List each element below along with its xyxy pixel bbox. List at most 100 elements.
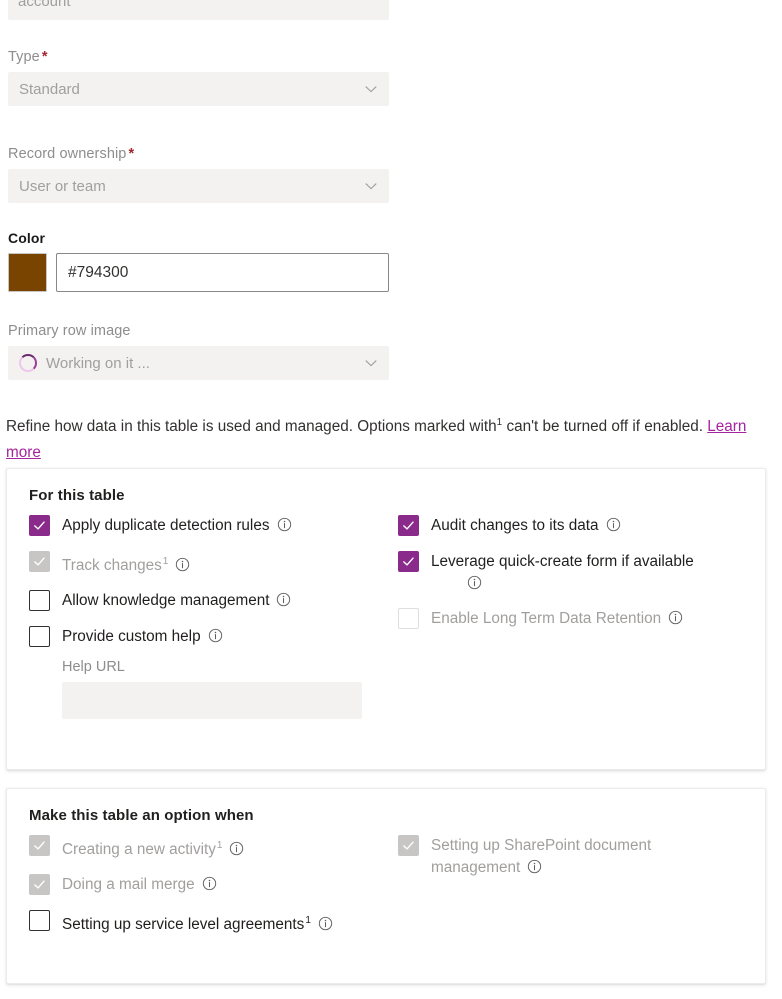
for-this-table-right-column: Audit changes to its data Leverage quick… xyxy=(394,514,765,719)
for-this-table-title: For this table xyxy=(29,487,125,504)
checkbox-box[interactable] xyxy=(398,515,419,536)
info-icon[interactable] xyxy=(277,517,292,532)
field-record-ownership-label: Record ownership * xyxy=(8,145,389,163)
checkbox-provide-custom-help[interactable]: Provide custom help xyxy=(29,625,394,649)
refine-description-before: Refine how data in this table is used an… xyxy=(6,418,497,436)
checkbox-label: Enable Long Term Data Retention xyxy=(431,607,683,630)
checkbox-label-text: Enable Long Term Data Retention xyxy=(431,610,662,627)
make-this-table-an-option-title: Make this table an option when xyxy=(29,807,254,824)
info-icon[interactable] xyxy=(202,876,217,891)
footnote-marker: 1 xyxy=(216,840,223,851)
checkbox-audit-changes-to-its-data[interactable]: Audit changes to its data xyxy=(398,514,765,538)
info-icon[interactable] xyxy=(276,592,291,607)
info-icon[interactable] xyxy=(527,859,542,874)
checkbox-box[interactable] xyxy=(29,910,50,932)
checkbox-label-text: Audit changes to its data xyxy=(431,517,599,534)
info-icon[interactable] xyxy=(668,610,683,625)
info-icon[interactable] xyxy=(318,916,333,931)
checkbox-label: Leverage quick-create form if available xyxy=(431,550,694,595)
field-type-label-text: Type xyxy=(8,49,40,65)
checkbox-label: Doing a mail merge xyxy=(62,873,217,896)
checkbox-label: Creating a new activity1 xyxy=(62,834,244,861)
field-type-select[interactable]: Standard xyxy=(8,72,389,106)
info-icon[interactable] xyxy=(606,517,621,532)
checkbox-label: Track changes1 xyxy=(62,550,190,577)
field-record-ownership-select[interactable]: User or team xyxy=(8,169,389,203)
footnote-marker: 1 xyxy=(305,915,311,927)
checkbox-box xyxy=(29,874,50,896)
spinner-icon xyxy=(19,354,37,372)
checkmark-icon xyxy=(33,555,46,568)
checkbox-enable-long-term-data-retention[interactable]: Enable Long Term Data Retention xyxy=(398,607,765,631)
checkmark-icon xyxy=(402,839,415,852)
checkbox-label: Apply duplicate detection rules xyxy=(62,514,292,537)
checkbox-box[interactable] xyxy=(29,515,50,536)
field-primary-row-image-value: Working on it ... xyxy=(46,354,150,372)
checkbox-box[interactable] xyxy=(29,590,50,612)
color-hex-input[interactable]: #794300 xyxy=(56,253,389,292)
checkbox-doing-a-mail-merge[interactable]: Doing a mail merge xyxy=(29,873,394,897)
refine-description: Refine how data in this table is used an… xyxy=(6,410,748,466)
checkbox-label: Audit changes to its data xyxy=(431,514,621,537)
color-swatch[interactable] xyxy=(8,253,47,292)
field-record-ownership-label-text: Record ownership xyxy=(8,146,127,162)
checkbox-box xyxy=(29,551,50,572)
checkbox-apply-duplicate-detection-rules[interactable]: Apply duplicate detection rules xyxy=(29,514,394,538)
make-this-table-columns: Creating a new activity1 Doing a mail me… xyxy=(7,824,765,948)
field-type-value: Standard xyxy=(19,80,80,98)
checkbox-box[interactable] xyxy=(398,551,419,572)
field-primary-row-image-select[interactable]: Working on it ... xyxy=(8,346,389,380)
color-row: #794300 xyxy=(8,253,389,292)
help-url-block: Help URL xyxy=(62,659,394,720)
table-properties-panel: account Type * Standard Record ownership *… xyxy=(0,0,782,999)
footnote-marker: 1 xyxy=(162,556,169,567)
checkbox-box xyxy=(29,835,50,856)
checkbox-setting-up-sharepoint-document-management[interactable]: Setting up SharePoint document managemen… xyxy=(398,834,765,879)
clipped-name-field[interactable]: account xyxy=(8,0,389,20)
checkbox-leverage-quick-create-form[interactable]: Leverage quick-create form if available xyxy=(398,550,765,595)
checkbox-label-text: Doing a mail merge xyxy=(62,876,195,894)
checkmark-icon xyxy=(33,878,46,891)
make-this-table-right-column: Setting up SharePoint document managemen… xyxy=(394,834,765,948)
field-record-ownership-value: User or team xyxy=(19,177,106,195)
field-record-ownership: Record ownership * User or team xyxy=(8,145,389,203)
checkbox-creating-a-new-activity[interactable]: Creating a new activity1 xyxy=(29,834,394,861)
for-this-table-card: For this table Apply duplicate detection… xyxy=(6,468,766,770)
for-this-table-columns: Apply duplicate detection rules Track ch… xyxy=(7,504,765,720)
field-primary-row-image: Primary row image Working on it ... xyxy=(8,322,389,380)
checkbox-label-text: Provide custom help xyxy=(62,628,201,646)
checkbox-label: Setting up SharePoint document managemen… xyxy=(431,834,711,879)
field-primary-row-image-label: Primary row image xyxy=(8,323,131,339)
info-icon[interactable] xyxy=(229,841,244,856)
info-icon[interactable] xyxy=(208,628,223,643)
checkbox-label-text: Leverage quick-create form if available xyxy=(431,553,694,570)
help-url-input[interactable] xyxy=(62,682,362,720)
checkbox-label: Provide custom help xyxy=(62,625,223,648)
checkmark-icon xyxy=(33,519,46,532)
chevron-down-icon xyxy=(364,82,378,96)
field-type: Type * Standard xyxy=(8,48,389,106)
make-this-table-left-column: Creating a new activity1 Doing a mail me… xyxy=(29,834,394,948)
chevron-down-icon xyxy=(364,179,378,193)
make-this-table-an-option-card: Make this table an option when Creating … xyxy=(6,788,766,984)
checkbox-setting-up-service-level-agreements[interactable]: Setting up service level agreements1 xyxy=(29,909,394,936)
field-color-label: Color xyxy=(8,230,46,246)
required-asterisk: * xyxy=(41,49,48,65)
clipped-name-value: account xyxy=(18,0,71,10)
info-icon[interactable] xyxy=(467,575,482,590)
info-icon[interactable] xyxy=(175,557,190,572)
checkbox-allow-knowledge-management[interactable]: Allow knowledge management xyxy=(29,589,394,613)
checkbox-label-text: Allow knowledge management xyxy=(62,592,270,610)
checkbox-label: Setting up service level agreements1 xyxy=(62,909,354,936)
field-type-label: Type * xyxy=(8,48,389,66)
checkbox-box xyxy=(398,835,419,856)
chevron-down-icon xyxy=(364,356,378,370)
footnote-marker: 1 xyxy=(496,417,503,428)
checkbox-box[interactable] xyxy=(29,626,50,648)
field-color: Color #794300 xyxy=(8,229,389,292)
checkbox-label: Allow knowledge management xyxy=(62,589,291,612)
for-this-table-left-column: Apply duplicate detection rules Track ch… xyxy=(29,514,394,720)
checkmark-icon xyxy=(402,555,415,568)
checkmark-icon xyxy=(33,839,46,852)
checkbox-track-changes[interactable]: Track changes1 xyxy=(29,550,394,577)
